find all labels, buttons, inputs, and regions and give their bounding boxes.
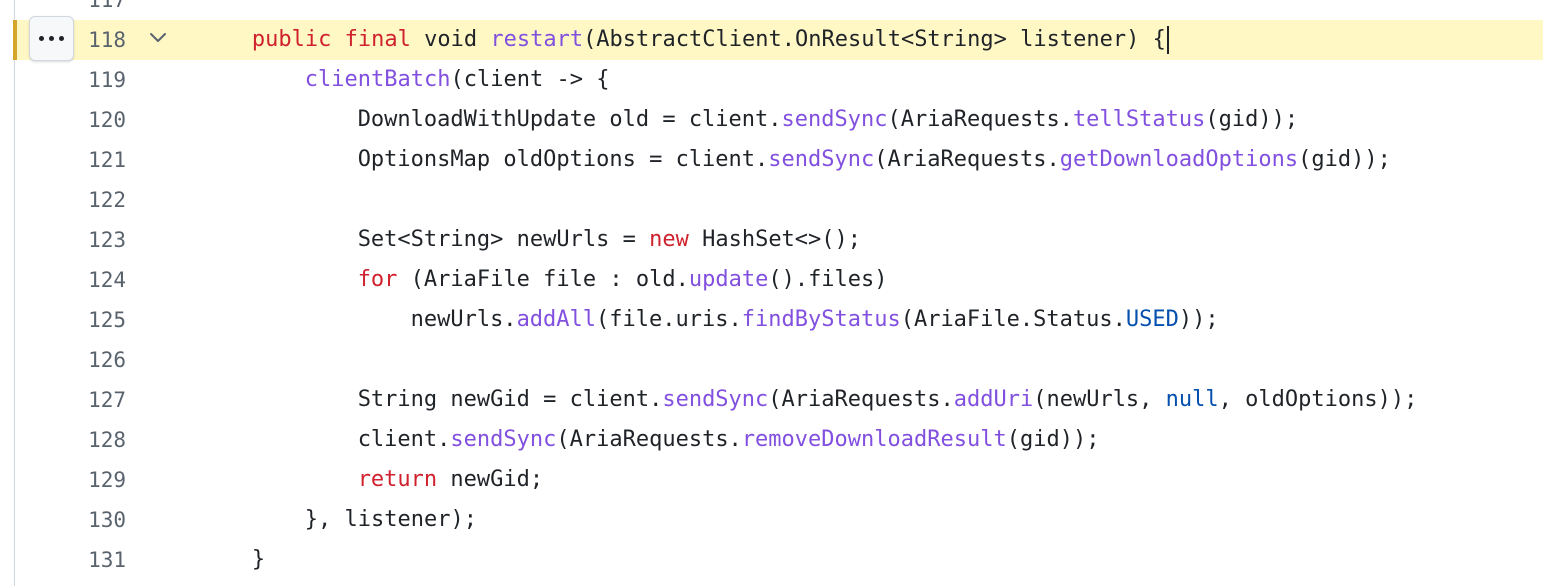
line-number[interactable]: 129 bbox=[64, 460, 126, 500]
line-number[interactable]: 119 bbox=[64, 60, 126, 100]
code-token: void bbox=[410, 27, 491, 52]
code-token: String newGid = client. bbox=[357, 387, 663, 412]
code-line: 129 return newGid; bbox=[0, 460, 1543, 500]
function-token: addAll bbox=[516, 307, 597, 332]
keyword-token: return bbox=[357, 467, 438, 492]
code-line: 122 bbox=[0, 180, 1543, 220]
code-token: DownloadWithUpdate old = client. bbox=[357, 107, 782, 132]
code-line: 131} bbox=[0, 540, 1543, 580]
function-token: tellStatus bbox=[1072, 107, 1206, 132]
code-line: 128 client.sendSync(AriaRequests.removeDo… bbox=[0, 420, 1543, 460]
line-options-button[interactable] bbox=[29, 16, 74, 61]
code-token: Set<String> newUrls = bbox=[357, 227, 650, 252]
code-token: (file.uris. bbox=[596, 307, 742, 332]
line-number[interactable]: 130 bbox=[64, 500, 126, 540]
code-line: 120 DownloadWithUpdate old = client.sendS… bbox=[0, 100, 1543, 140]
code-text: clientBatch(client -> { bbox=[305, 60, 610, 100]
code-line: 123 Set<String> newUrls = new HashSet<>()… bbox=[0, 220, 1543, 260]
code-token: ().files) bbox=[768, 267, 888, 292]
code-viewer: 117 118 public final void restart(Abstract… bbox=[0, 0, 1543, 586]
line-number[interactable]: 127 bbox=[64, 380, 126, 420]
text-cursor bbox=[1167, 26, 1169, 54]
line-number[interactable]: 123 bbox=[64, 220, 126, 260]
code-line: 119 clientBatch(client -> { bbox=[0, 60, 1543, 100]
code-token: (AriaFile file : old. bbox=[397, 267, 689, 292]
constant-token: USED bbox=[1125, 307, 1179, 332]
code-token: (AriaRequests. bbox=[874, 147, 1060, 172]
function-token: addUri bbox=[953, 387, 1034, 412]
code-text: newUrls.addAll(file.uris.findByStatus(Ar… bbox=[411, 300, 1219, 340]
code-token: (gid)); bbox=[1205, 107, 1299, 132]
code-token: (AriaRequests. bbox=[887, 107, 1073, 132]
code-token: (AbstractClient.OnResult<String> listene… bbox=[583, 27, 1166, 52]
line-number[interactable]: 128 bbox=[64, 420, 126, 460]
code-token: client. bbox=[357, 427, 451, 452]
function-token: sendSync bbox=[662, 387, 769, 412]
code-text: } bbox=[252, 540, 265, 580]
code-token: , oldOptions)); bbox=[1218, 387, 1418, 412]
code-token: newUrls. bbox=[410, 307, 517, 332]
code-text: }, listener); bbox=[305, 500, 477, 540]
code-token: OptionsMap oldOptions = client. bbox=[357, 147, 769, 172]
code-token: newGid; bbox=[437, 467, 544, 492]
chevron-down-icon[interactable] bbox=[146, 25, 170, 49]
constant-token: null bbox=[1165, 387, 1219, 412]
line-number[interactable]: 122 bbox=[64, 180, 126, 220]
code-line: 126 bbox=[0, 340, 1543, 380]
code-text: return newGid; bbox=[358, 460, 543, 500]
code-line: 117 bbox=[0, 0, 1543, 20]
line-number[interactable]: 121 bbox=[64, 140, 126, 180]
code-line: 125 newUrls.addAll(file.uris.findByStatus… bbox=[0, 300, 1543, 340]
code-token: (newUrls, bbox=[1033, 387, 1166, 412]
code-line: 127 String newGid = client.sendSync(AriaR… bbox=[0, 380, 1543, 420]
code-token: (AriaRequests. bbox=[556, 427, 742, 452]
code-text: String newGid = client.sendSync(AriaRequ… bbox=[358, 380, 1418, 420]
function-token: findByStatus bbox=[741, 307, 901, 332]
function-token: restart bbox=[490, 27, 584, 52]
line-highlight-bar bbox=[13, 20, 17, 60]
code-token: (gid)); bbox=[1298, 147, 1391, 172]
function-token: getDownloadOptions bbox=[1059, 147, 1299, 172]
function-token: sendSync bbox=[450, 427, 557, 452]
code-line: 118 public final void restart(AbstractCli… bbox=[0, 20, 1543, 60]
code-text: Set<String> newUrls = new HashSet<>(); bbox=[358, 220, 861, 260]
keyword-token: for bbox=[357, 267, 398, 292]
kebab-horizontal-icon bbox=[39, 36, 64, 41]
function-token: clientBatch bbox=[304, 67, 451, 92]
code-text: public final void restart(AbstractClient… bbox=[252, 20, 1166, 60]
line-number[interactable]: 117 bbox=[64, 0, 126, 20]
code-text: client.sendSync(AriaRequests.removeDownl… bbox=[358, 420, 1100, 460]
code-token: (AriaRequests. bbox=[768, 387, 954, 412]
line-number[interactable]: 120 bbox=[64, 100, 126, 140]
keyword-token: final bbox=[344, 27, 411, 52]
code-line: 124 for (AriaFile file : old.update().fil… bbox=[0, 260, 1543, 300]
function-token: sendSync bbox=[768, 147, 875, 172]
code-line: 130 }, listener); bbox=[0, 500, 1543, 540]
code-token: (gid)); bbox=[1006, 427, 1100, 452]
line-number[interactable]: 131 bbox=[64, 540, 126, 580]
code-token: HashSet<>(); bbox=[688, 227, 862, 252]
code-text: DownloadWithUpdate old = client.sendSync… bbox=[358, 100, 1298, 140]
code-token: }, listener); bbox=[304, 507, 477, 532]
code-token: (AriaFile.Status. bbox=[900, 307, 1126, 332]
code-token: (client -> { bbox=[450, 67, 610, 92]
keyword-token: public bbox=[251, 27, 332, 52]
function-token: removeDownloadResult bbox=[741, 427, 1007, 452]
line-number[interactable]: 124 bbox=[64, 260, 126, 300]
code-line: 121 OptionsMap oldOptions = client.sendSy… bbox=[0, 140, 1543, 180]
code-text: OptionsMap oldOptions = client.sendSync(… bbox=[358, 140, 1391, 180]
function-token: update bbox=[688, 267, 769, 292]
code-text: for (AriaFile file : old.update().files) bbox=[358, 260, 888, 300]
code-token: } bbox=[251, 547, 266, 572]
keyword-token: new bbox=[649, 227, 689, 252]
line-number[interactable]: 126 bbox=[64, 340, 126, 380]
line-number[interactable]: 125 bbox=[64, 300, 126, 340]
function-token: sendSync bbox=[781, 107, 888, 132]
code-token: )); bbox=[1178, 307, 1219, 332]
